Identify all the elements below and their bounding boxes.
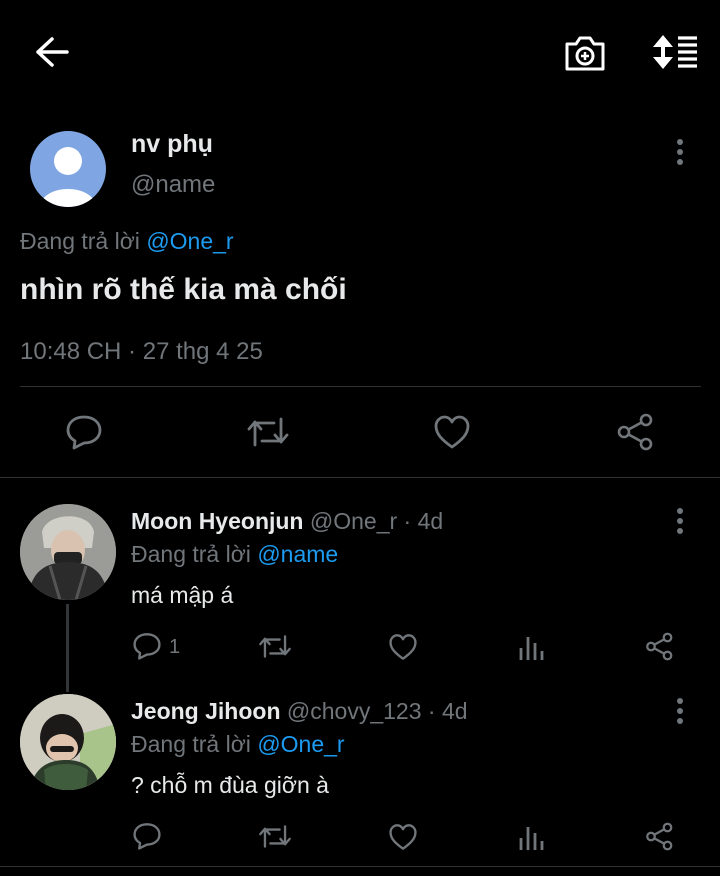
camera-plus-icon[interactable]	[563, 33, 607, 73]
like-icon[interactable]	[433, 414, 471, 450]
reply-text: ? chỗ m đùa giỡn à	[131, 772, 329, 798]
thread-line	[66, 604, 69, 692]
reply-icon[interactable]	[65, 414, 103, 450]
replying-to-line: Đang trả lời @One_r	[20, 228, 234, 255]
analytics-icon[interactable]	[518, 823, 544, 851]
reply-time: · 4d	[427, 698, 468, 724]
tweet-text: nhìn rõ thế kia mà chối	[20, 273, 347, 306]
retweet-icon[interactable]	[258, 823, 292, 850]
share-icon[interactable]	[616, 413, 656, 451]
reply-author-handle[interactable]: @chovy_123	[287, 698, 422, 724]
avatar[interactable]	[20, 694, 116, 790]
avatar[interactable]	[30, 131, 106, 207]
replying-prefix: Đang trả lời	[20, 228, 140, 254]
share-icon[interactable]	[645, 632, 675, 661]
replying-to-link[interactable]: @name	[257, 541, 338, 567]
reply-author-name[interactable]: Jeong Jihoon	[131, 698, 281, 724]
reply-icon[interactable]	[132, 632, 162, 660]
divider	[0, 477, 720, 478]
author-handle[interactable]: @name	[131, 171, 215, 199]
reply-count: 1	[169, 636, 181, 658]
replying-to-link[interactable]: @One_r	[146, 228, 233, 254]
analytics-icon[interactable]	[518, 633, 544, 661]
replying-to-link[interactable]: @One_r	[257, 731, 344, 757]
more-options-icon[interactable]	[675, 139, 685, 165]
replying-prefix: Đang trả lời	[131, 541, 251, 567]
reply-header: Jeong Jihoon @chovy_123 · 4d	[131, 698, 468, 725]
replying-to-line: Đang trả lời @One_r	[131, 731, 345, 758]
avatar[interactable]	[20, 504, 116, 600]
replying-to-line: Đang trả lời @name	[131, 541, 338, 568]
arrow-left-icon[interactable]	[34, 36, 70, 68]
like-icon[interactable]	[388, 823, 418, 851]
reply-time: · 4d	[403, 508, 444, 534]
more-options-icon[interactable]	[675, 698, 685, 724]
divider	[20, 386, 701, 387]
like-icon[interactable]	[388, 633, 418, 661]
replying-prefix: Đang trả lời	[131, 731, 251, 757]
author-name[interactable]: nv phụ	[131, 130, 213, 159]
tweet-timestamp[interactable]: 10:48 CH · 27 thg 4 25	[20, 338, 263, 366]
more-options-icon[interactable]	[675, 508, 685, 534]
retweet-icon[interactable]	[258, 633, 292, 660]
sort-list-icon[interactable]	[651, 34, 699, 70]
reply-icon[interactable]	[132, 822, 162, 850]
reply-author-handle[interactable]: @One_r	[310, 508, 397, 534]
reply-author-name[interactable]: Moon Hyeonjun	[131, 508, 303, 534]
retweet-icon[interactable]	[246, 415, 290, 449]
divider	[0, 866, 720, 867]
share-icon[interactable]	[645, 822, 675, 851]
reply-header: Moon Hyeonjun @One_r · 4d	[131, 508, 443, 535]
reply-text: má mập á	[131, 582, 234, 608]
